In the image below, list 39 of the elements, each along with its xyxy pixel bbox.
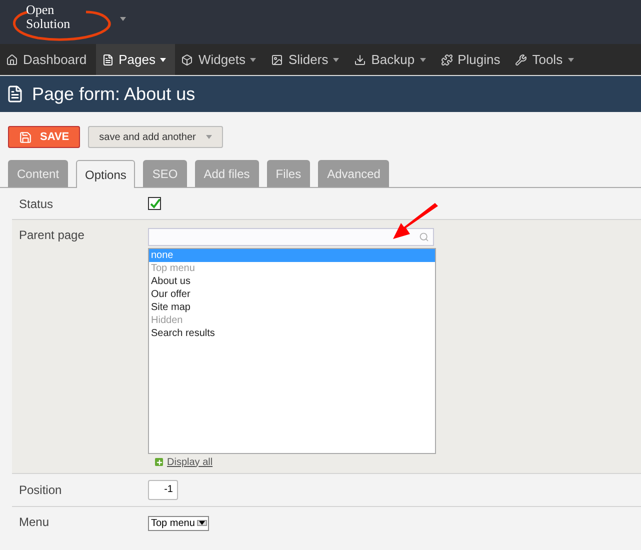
tab[interactable]: Options <box>76 160 136 188</box>
page-icon <box>6 85 24 103</box>
menu-select[interactable]: Top menu <box>148 516 209 530</box>
logo-text: Open <box>26 3 56 17</box>
field-label: Parent page <box>18 228 86 244</box>
list-group-label: Hidden <box>150 314 184 326</box>
search-field[interactable] <box>148 228 434 246</box>
nav-item[interactable]: Sliders <box>265 44 348 75</box>
cube-icon <box>181 54 194 66</box>
field-label: Menu <box>18 514 50 530</box>
add-icon <box>155 458 163 466</box>
list-option[interactable]: Search results <box>149 326 435 340</box>
list-option[interactable]: Our offer <box>149 288 435 300</box>
display-all-link[interactable]: Display all <box>167 456 213 468</box>
field-label: Status <box>18 197 54 212</box>
save-and-add-another-button[interactable]: save and add another <box>88 126 223 148</box>
nav-item[interactable]: Widgets <box>175 44 266 75</box>
page-icon <box>102 54 114 66</box>
home-icon <box>6 54 18 66</box>
field-label: Position <box>18 482 63 496</box>
list-option[interactable]: Site map <box>149 300 435 314</box>
list-group-label: Top menu <box>150 262 196 274</box>
wrench-icon <box>515 54 528 66</box>
save-icon <box>19 130 32 144</box>
page-title: Page form: About us <box>32 84 196 104</box>
position-field[interactable]: -1 <box>148 480 178 500</box>
search-icon <box>419 232 429 242</box>
status-checkbox[interactable] <box>148 197 161 210</box>
logo-text: Solution <box>26 17 70 31</box>
nav-item[interactable]: Pages <box>96 44 176 75</box>
download-icon <box>354 54 366 66</box>
nav-item[interactable]: Backup <box>348 44 435 75</box>
puzzle-icon <box>440 54 453 66</box>
nav-item[interactable]: Dashboard <box>0 44 96 75</box>
image-icon <box>271 54 284 66</box>
parent-page-list[interactable]: none Top menu About us Our offer Site map Hidden Search results <box>148 248 436 454</box>
nav-item[interactable]: Plugins <box>434 44 510 75</box>
list-option[interactable]: About us <box>149 274 435 288</box>
nav-item[interactable]: Tools <box>509 44 583 75</box>
